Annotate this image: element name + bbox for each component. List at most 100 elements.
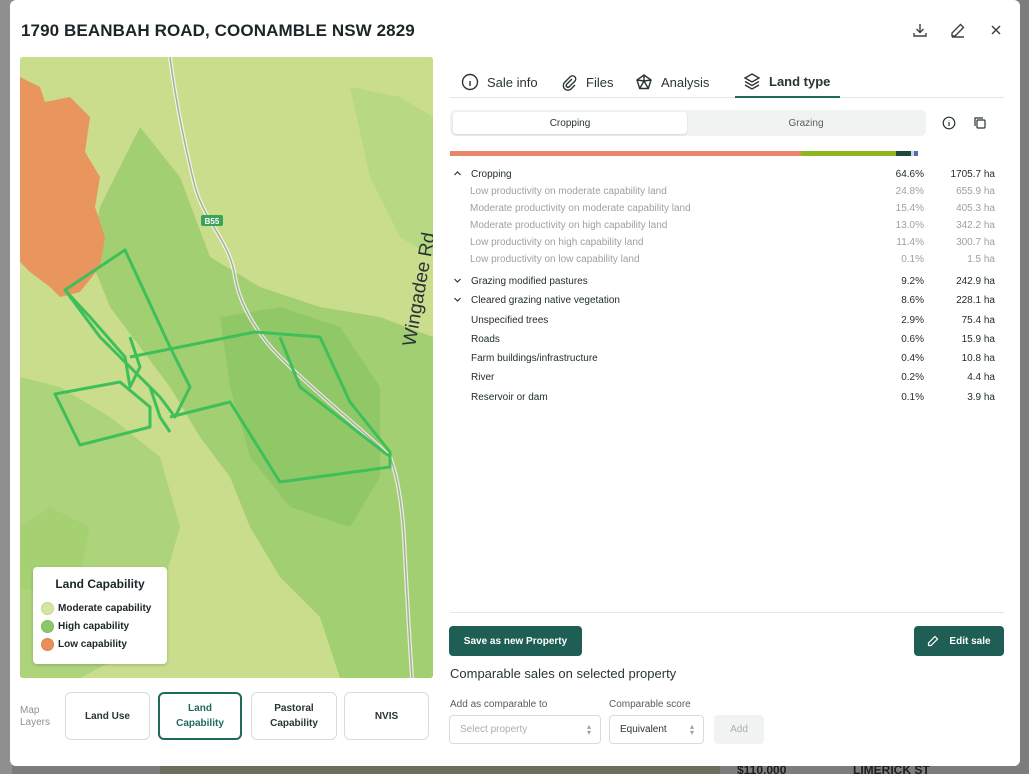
row-label: Reservoir or dam xyxy=(471,392,548,403)
land-type-row[interactable]: Grazing modified pastures 9.2% 242.9 ha xyxy=(450,273,995,290)
save-as-new-property-button[interactable]: Save as new Property xyxy=(449,626,582,656)
close-icon[interactable] xyxy=(986,20,1006,40)
legend-item-high: High capability xyxy=(41,617,159,635)
land-type-toggle: Cropping Grazing xyxy=(450,110,926,136)
row-label: Unspecified trees xyxy=(471,315,549,326)
land-type-subrow: Moderate productivity on moderate capabi… xyxy=(450,200,995,217)
row-label: Moderate productivity on moderate capabi… xyxy=(470,203,691,214)
row-area: 10.8 ha xyxy=(961,353,995,364)
select-property-placeholder: Select property xyxy=(460,724,528,735)
land-type-subrow: Low productivity on high capability land… xyxy=(450,234,995,251)
row-percent: 9.2% xyxy=(901,276,924,287)
bar-segment xyxy=(450,151,801,156)
tab-land-type[interactable]: Land type xyxy=(735,66,841,98)
row-area: 242.9 ha xyxy=(956,276,995,287)
land-type-row[interactable]: Cleared grazing native vegetation 8.6% 228… xyxy=(450,292,995,309)
paperclip-icon xyxy=(560,73,578,91)
row-label: River xyxy=(471,372,495,383)
legend-title: Land Capability xyxy=(55,577,145,591)
row-area: 1705.7 ha xyxy=(950,169,996,180)
row-area: 4.4 ha xyxy=(967,372,995,383)
tab-analysis[interactable]: Analysis xyxy=(635,66,709,98)
row-percent: 0.4% xyxy=(901,353,924,364)
land-type-bar xyxy=(450,151,920,156)
land-type-subrow: Low productivity on moderate capability … xyxy=(450,183,995,200)
legend-label: Moderate capability xyxy=(58,602,152,614)
row-percent: 11.4% xyxy=(896,237,924,248)
row-label: Low productivity on low capability land xyxy=(470,254,640,265)
row-area: 342.2 ha xyxy=(956,220,995,231)
updown-chevron-icon: ▴ ▾ xyxy=(689,722,694,737)
row-area: 1.5 ha xyxy=(967,254,995,265)
map-legend: Land Capability Moderate capability High… xyxy=(33,567,167,664)
row-label: Moderate productivity on high capability… xyxy=(470,220,668,231)
edit-sale-label: Edit sale xyxy=(949,635,991,647)
row-label: Cleared grazing native vegetation xyxy=(471,295,620,306)
row-percent: 0.1% xyxy=(901,392,924,403)
land-type-row: River 0.2% 4.4 ha xyxy=(450,369,995,386)
row-label: Low productivity on moderate capability … xyxy=(470,186,667,197)
select-property-dropdown[interactable]: Select property ▴ ▾ xyxy=(449,715,601,744)
row-percent: 24.8% xyxy=(895,186,924,197)
comparable-sales-title: Comparable sales on selected property xyxy=(450,666,677,681)
road-shield-label: B55 xyxy=(205,217,220,226)
updown-chevron-icon: ▴ ▾ xyxy=(586,722,591,737)
row-area: 3.9 ha xyxy=(967,392,995,403)
layer-land-use-button[interactable]: Land Use xyxy=(65,692,150,740)
section-divider xyxy=(450,612,1004,613)
bar-segment xyxy=(800,151,897,156)
land-type-row: Unspecified trees 2.9% 75.4 ha xyxy=(450,312,995,329)
info-circle-icon[interactable] xyxy=(940,114,958,132)
tab-label: Analysis xyxy=(661,74,710,90)
row-area: 655.9 ha xyxy=(956,186,995,197)
row-percent: 8.6% xyxy=(901,295,924,306)
land-type-row: Farm buildings/infrastructure 0.4% 10.8 ha xyxy=(450,350,995,367)
pencil-icon xyxy=(927,635,939,647)
land-type-row[interactable]: Cropping 64.6% 1705.7 ha xyxy=(450,166,995,183)
land-type-row: Roads 0.6% 15.9 ha xyxy=(450,331,995,348)
layer-pastoral-capability-button[interactable]: Pastoral Capability xyxy=(251,692,337,740)
row-percent: 2.9% xyxy=(901,315,924,326)
comparable-score-value: Equivalent xyxy=(620,724,667,735)
copy-icon[interactable] xyxy=(971,114,989,132)
tab-files[interactable]: Files xyxy=(560,66,613,98)
property-modal: 1790 BEANBAH ROAD, COONAMBLE NSW 2829 B5… xyxy=(10,0,1020,766)
pentagon-icon xyxy=(635,73,653,91)
row-percent: 13.0% xyxy=(895,220,924,231)
row-label: Farm buildings/infrastructure xyxy=(471,353,598,364)
comparable-score-label: Comparable score xyxy=(609,699,691,710)
row-area: 228.1 ha xyxy=(956,295,995,306)
tab-sale-info[interactable]: Sale info xyxy=(461,66,538,98)
segment-cropping[interactable]: Cropping xyxy=(453,112,687,134)
add-as-comparable-label: Add as comparable to xyxy=(450,699,548,710)
download-icon[interactable] xyxy=(910,20,930,40)
row-label: Low productivity on high capability land xyxy=(470,237,644,248)
high-swatch-icon xyxy=(41,619,54,633)
land-type-subrow: Low productivity on low capability land 0… xyxy=(450,251,995,268)
edit-icon[interactable] xyxy=(948,20,968,40)
chevron-down-icon[interactable] xyxy=(452,295,462,307)
detail-tabs: Sale info Files Analysis Land type xyxy=(450,62,1004,98)
edit-sale-button[interactable]: Edit sale xyxy=(914,626,1004,656)
row-percent: 0.1% xyxy=(901,254,924,265)
row-percent: 64.6% xyxy=(895,169,924,180)
land-capability-map[interactable]: B55 Wingadee Rd Land Capability Moderate… xyxy=(20,57,433,678)
chevron-up-icon[interactable] xyxy=(452,169,462,181)
row-area: 405.3 ha xyxy=(956,203,995,214)
moderate-swatch-icon xyxy=(41,601,54,615)
modal-actions xyxy=(910,20,1006,40)
segment-grazing[interactable]: Grazing xyxy=(689,112,923,134)
row-area: 75.4 ha xyxy=(961,315,995,326)
legend-label: High capability xyxy=(58,620,130,632)
row-percent: 0.6% xyxy=(901,334,924,345)
land-type-row: Reservoir or dam 0.1% 3.9 ha xyxy=(450,389,995,406)
tab-label: Files xyxy=(586,74,614,90)
map-layers-label: Map Layers xyxy=(20,705,51,728)
chevron-down-icon[interactable] xyxy=(452,276,462,288)
comparable-score-dropdown[interactable]: Equivalent ▴ ▾ xyxy=(609,715,704,744)
layer-land-capability-button[interactable]: Land Capability xyxy=(158,692,242,740)
info-icon xyxy=(461,73,479,91)
add-comparable-button[interactable]: Add xyxy=(714,715,764,744)
layer-nvis-button[interactable]: NVIS xyxy=(344,692,429,740)
page-title: 1790 BEANBAH ROAD, COONAMBLE NSW 2829 xyxy=(21,21,415,40)
